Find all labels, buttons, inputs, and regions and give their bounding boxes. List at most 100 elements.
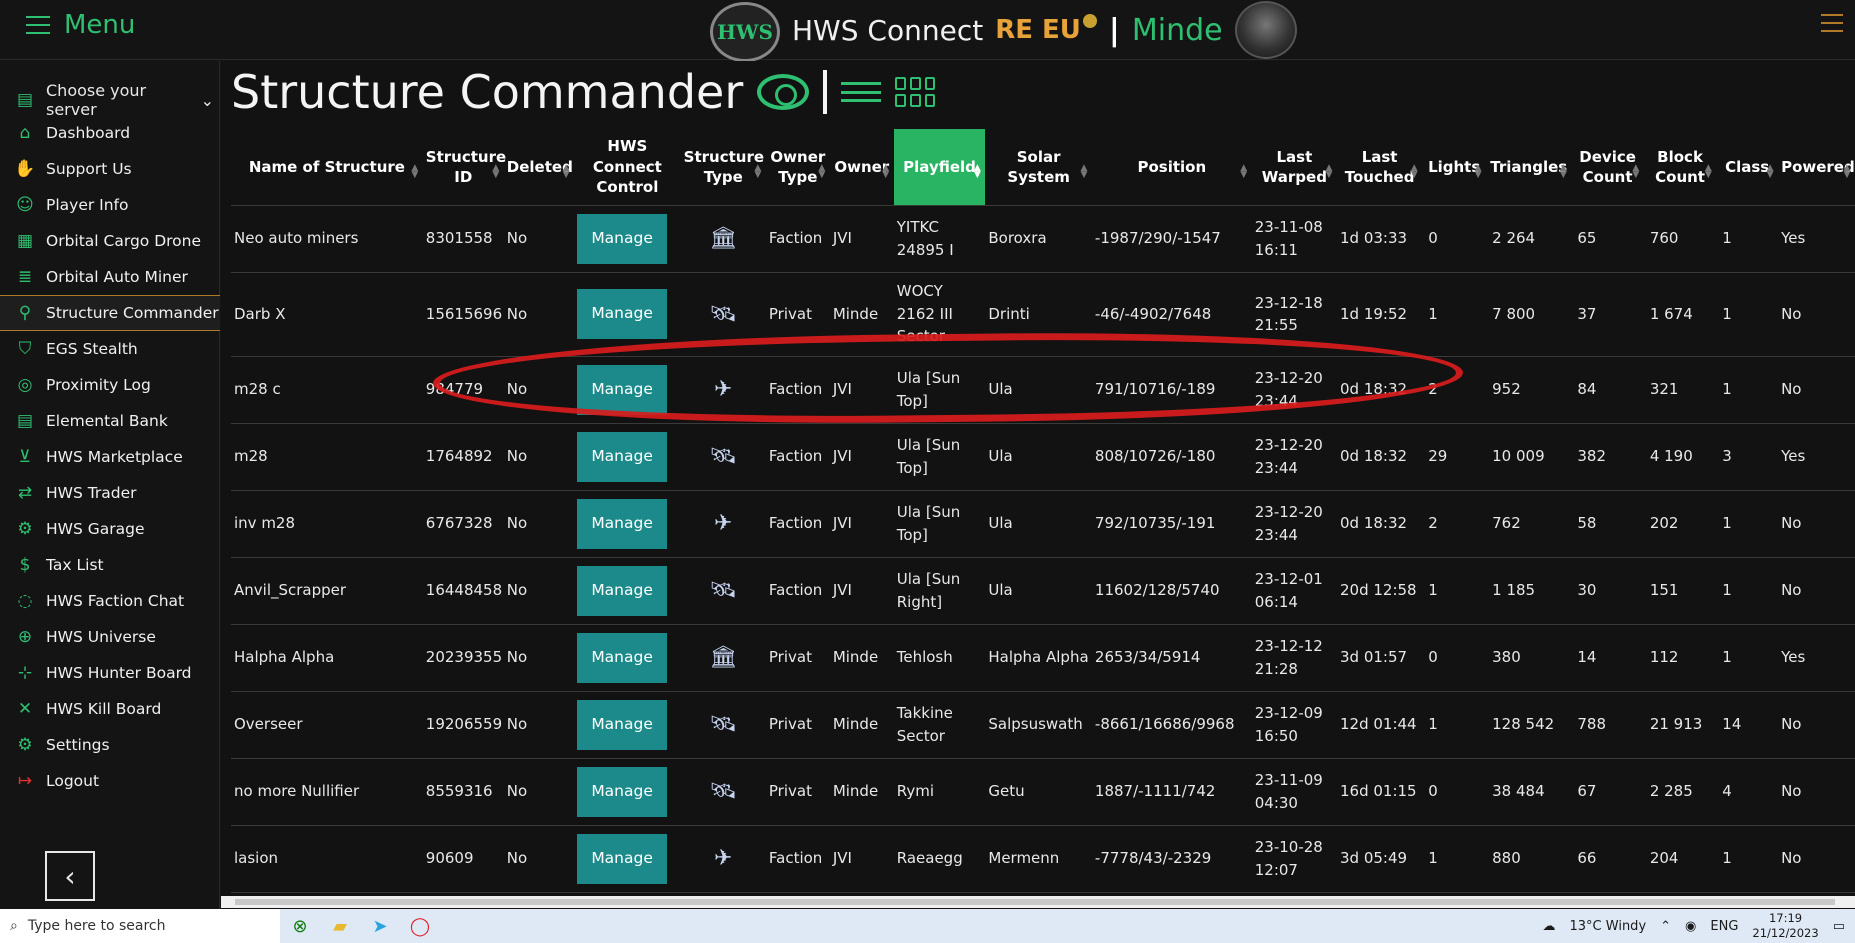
- manage-button[interactable]: Manage: [577, 213, 668, 264]
- scrollbar-thumb[interactable]: [235, 899, 1835, 905]
- sidebar-item-dashboard[interactable]: ⌂ Dashboard: [0, 115, 220, 151]
- column-header-solar-system[interactable]: Solar System ▲▼: [985, 129, 1092, 206]
- sort-icon[interactable]: ▲▼: [1702, 163, 1714, 177]
- sidebar-item-hws-hunter-board[interactable]: ⊹ HWS Hunter Board: [0, 655, 220, 691]
- menu-button[interactable]: Menu: [26, 10, 135, 40]
- eye-icon[interactable]: [757, 74, 810, 110]
- column-header-position[interactable]: Position ▲▼: [1091, 129, 1252, 206]
- column-header-playfield[interactable]: Playfield ▲▼: [893, 129, 986, 206]
- sidebar-item-hws-faction-chat[interactable]: ◌ HWS Faction Chat: [0, 583, 220, 619]
- sidebar-item-orbital-cargo-drone[interactable]: ▦ Orbital Cargo Drone: [0, 223, 220, 259]
- sort-icon[interactable]: ▲▼: [971, 163, 983, 177]
- table-row[interactable]: inv m28 6767328 No Manage ✈ Faction JVI Ula [Su…: [231, 490, 1855, 558]
- column-header-triangles[interactable]: Triangles ▲▼: [1486, 129, 1572, 206]
- column-header-lights[interactable]: Lights ▲▼: [1422, 129, 1487, 206]
- column-header-hws-connect-control[interactable]: HWS Connect Control: [574, 129, 681, 206]
- column-header-powered[interactable]: Powered ▲▼: [1778, 129, 1855, 206]
- column-header-structure-id[interactable]: Structure ID ▲▼: [422, 129, 506, 206]
- sidebar-item-label: Logout: [46, 772, 100, 790]
- grid-view-icon[interactable]: [895, 77, 936, 107]
- sidebar-item-settings[interactable]: ⚙ Settings: [0, 727, 220, 763]
- network-icon[interactable]: ◉: [1685, 919, 1696, 934]
- chat-icon: ◌: [17, 591, 33, 611]
- manage-button[interactable]: Manage: [577, 699, 668, 750]
- table-row[interactable]: Overseer 19206559 No Manage 🛰 Privat Minde Takk…: [231, 691, 1855, 759]
- list-view-icon[interactable]: [841, 82, 882, 102]
- table-row[interactable]: Halpha Alpha 20239355 No Manage 🏛 Privat Minde…: [231, 624, 1855, 692]
- sort-icon[interactable]: ▲▼: [1630, 163, 1642, 177]
- column-header-last-touched[interactable]: Last Touched ▲▼: [1336, 129, 1423, 206]
- manage-button[interactable]: Manage: [577, 498, 668, 549]
- manage-button[interactable]: Manage: [577, 289, 668, 339]
- sort-icon[interactable]: ▲▼: [1323, 163, 1335, 177]
- table-row[interactable]: Anvil_Scrapper 16448458 No Manage 🛰 Faction JV…: [231, 557, 1855, 625]
- sort-icon[interactable]: ▲▼: [1764, 163, 1776, 177]
- sidebar-item-elemental-bank[interactable]: ▤ Elemental Bank: [0, 403, 220, 439]
- column-header-device-count[interactable]: Device Count ▲▼: [1571, 129, 1644, 206]
- clock[interactable]: 17:19 21/12/2023: [1752, 911, 1818, 941]
- table-row[interactable]: m28 1764892 No Manage 🛰 Faction JVI Ula [Sun To…: [231, 423, 1855, 491]
- collapse-sidebar-button[interactable]: ‹: [45, 851, 95, 901]
- language-indicator[interactable]: ENG: [1710, 919, 1738, 934]
- sidebar-item-egs-stealth[interactable]: ⛉ EGS Stealth: [0, 331, 220, 367]
- sidebar-item-player-info[interactable]: ☺ Player Info: [0, 187, 220, 223]
- column-header-deleted[interactable]: Deleted ▲▼: [503, 129, 575, 206]
- sidebar-item-hws-marketplace[interactable]: ⊻ HWS Marketplace: [0, 439, 220, 475]
- manage-button[interactable]: Manage: [577, 565, 668, 616]
- sidebar-item-hws-universe[interactable]: ⊕ HWS Universe: [0, 619, 220, 655]
- table-row[interactable]: Darb X 15615696 No Manage 🛰 Privat Minde WOCY 2…: [231, 272, 1855, 357]
- sort-icon[interactable]: ▲▼: [880, 163, 892, 177]
- taskbar: ⌕ Type here to search ⊗ ▰ ➤ ◯ ☁ 13°C Win…: [0, 909, 1855, 943]
- sidebar-item-hws-garage[interactable]: ⚙ HWS Garage: [0, 511, 220, 547]
- table-row[interactable]: m28 c 984779 No Manage ✈ Faction JVI Ula [Sun T…: [231, 356, 1855, 424]
- column-header-name-of-structure[interactable]: Name of Structure ▲▼: [231, 129, 423, 206]
- manage-button[interactable]: Manage: [577, 766, 668, 817]
- sort-icon[interactable]: ▲▼: [1557, 163, 1569, 177]
- sidebar-item-tax-list[interactable]: $ Tax List: [0, 547, 220, 583]
- xbox-app-icon[interactable]: ⊗: [280, 909, 320, 943]
- manage-button[interactable]: Manage: [577, 833, 668, 884]
- opera-icon[interactable]: ◯: [400, 909, 440, 943]
- sidebar-item-hws-kill-board[interactable]: ✕ HWS Kill Board: [0, 691, 220, 727]
- sidebar-item-hws-trader[interactable]: ⇄ HWS Trader: [0, 475, 220, 511]
- server-select[interactable]: ▤ Choose your server ⌄: [14, 81, 214, 119]
- sort-icon[interactable]: ▲▼: [816, 163, 828, 177]
- column-header-last-warped[interactable]: Last Warped ▲▼: [1251, 129, 1337, 206]
- hws-logo[interactable]: HWS: [710, 2, 780, 62]
- sort-icon[interactable]: ▲▼: [409, 163, 421, 177]
- sort-icon[interactable]: ▲▼: [490, 163, 502, 177]
- manage-button[interactable]: Manage: [577, 632, 668, 683]
- sort-icon[interactable]: ▲▼: [1408, 163, 1420, 177]
- weather-text[interactable]: 13°C Windy: [1570, 919, 1647, 934]
- structure-type-cell: 🛰: [680, 691, 766, 759]
- sort-icon[interactable]: ▲▼: [1472, 163, 1484, 177]
- sidebar-item-proximity-log[interactable]: ◎ Proximity Log: [0, 367, 220, 403]
- taskbar-search[interactable]: ⌕ Type here to search: [0, 909, 280, 943]
- sort-icon[interactable]: ▲▼: [1841, 163, 1853, 177]
- sort-icon[interactable]: ▲▼: [752, 163, 764, 177]
- tray-chevron-up-icon[interactable]: ⌃: [1660, 919, 1671, 934]
- telegram-icon[interactable]: ➤: [360, 909, 400, 943]
- column-header-structure-type[interactable]: Structure Type ▲▼: [680, 129, 766, 206]
- table-row[interactable]: no more Nullifier 8559316 No Manage 🛰 Privat M…: [231, 758, 1855, 826]
- column-header-class[interactable]: Class ▲▼: [1716, 129, 1779, 206]
- sidebar-item-support-us[interactable]: ✋ Support Us: [0, 151, 220, 187]
- notifications-icon[interactable]: ▭: [1833, 919, 1845, 934]
- sort-icon[interactable]: ▲▼: [1238, 163, 1250, 177]
- manage-button[interactable]: Manage: [577, 431, 668, 482]
- column-header-owner[interactable]: Owner ▲▼: [829, 129, 894, 206]
- sidebar-item-orbital-auto-miner[interactable]: ≣ Orbital Auto Miner: [0, 259, 220, 295]
- column-header-block-count[interactable]: Block Count ▲▼: [1643, 129, 1717, 206]
- manage-button[interactable]: Manage: [577, 364, 668, 415]
- table-row[interactable]: lasion 90609 No Manage ✈ Faction JVI Raeaegg Mer…: [231, 825, 1855, 893]
- sidebar-item-structure-commander[interactable]: ⚲ Structure Commander: [0, 295, 220, 331]
- avatar[interactable]: [1234, 1, 1297, 59]
- sort-icon[interactable]: ▲▼: [560, 163, 572, 177]
- file-explorer-icon[interactable]: ▰: [320, 909, 360, 943]
- column-header-owner-type[interactable]: Owner Type ▲▼: [765, 129, 830, 206]
- sort-icon[interactable]: ▲▼: [1078, 163, 1090, 177]
- table-row[interactable]: Neo auto miners 8301558 No Manage 🏛 Faction JV…: [231, 205, 1855, 273]
- sidebar-item-logout[interactable]: ↦ Logout: [0, 763, 220, 799]
- horizontal-scrollbar[interactable]: [221, 896, 1855, 908]
- right-menu-icon[interactable]: [1821, 14, 1843, 32]
